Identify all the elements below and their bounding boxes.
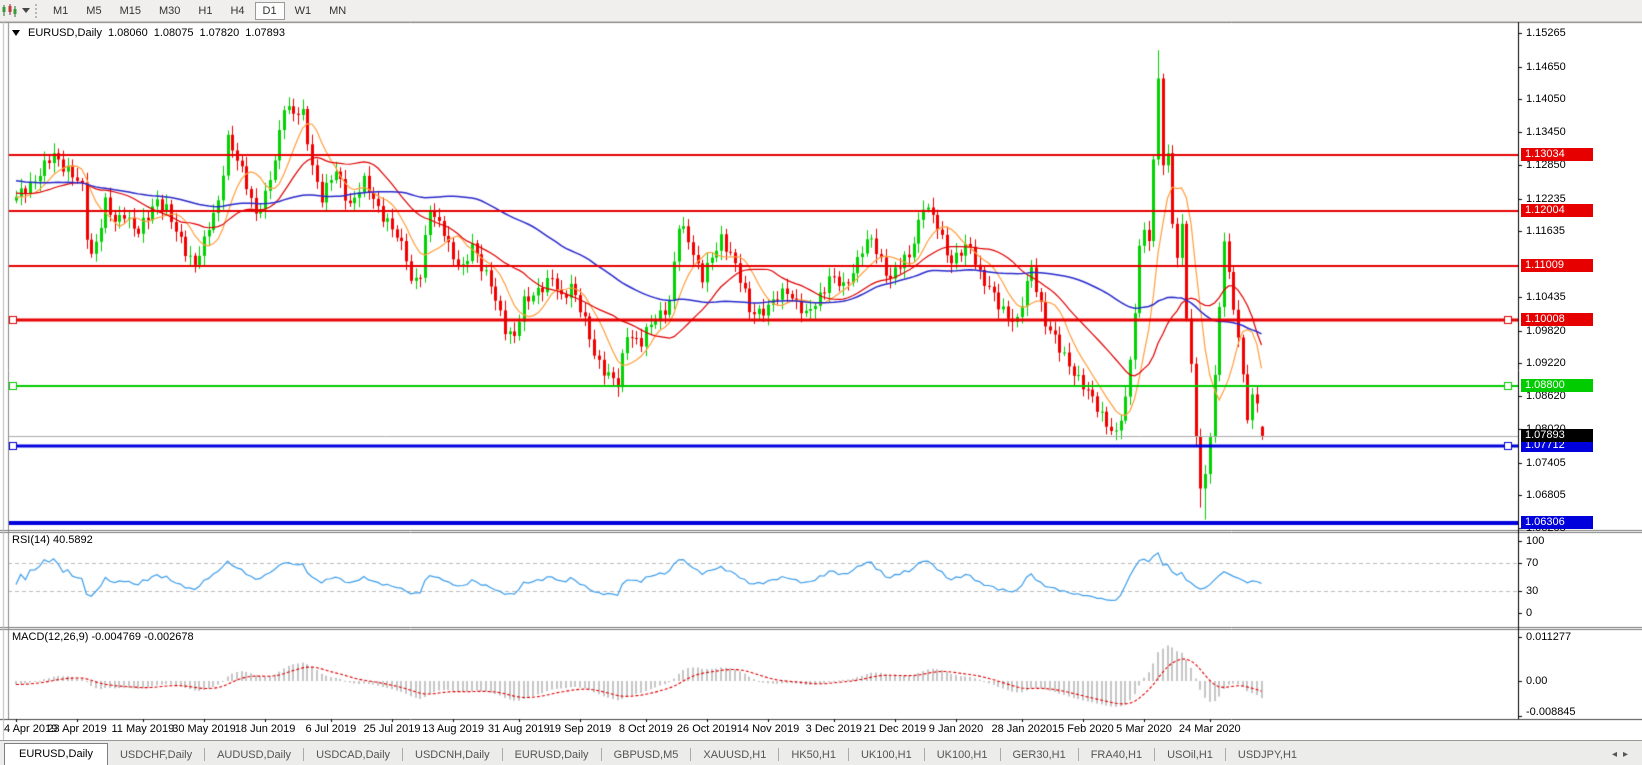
date-axis-tick: 24 Mar 2020 [1178, 723, 1241, 735]
toolbar-grip[interactable] [35, 3, 40, 18]
chart-tab-USDJPY-H1[interactable]: USDJPY,H1 [1226, 745, 1309, 765]
rsi-axis-tick: 30 [1526, 585, 1539, 598]
macd-axis-tick: 0.011277 [1526, 631, 1572, 643]
date-axis-tick: 26 Oct 2019 [676, 723, 737, 735]
price-line-badge: 1.12004 [1521, 204, 1593, 218]
ohlc-low: 1.07820 [199, 27, 240, 39]
date-axis-tick: 3 Dec 2019 [805, 723, 862, 735]
price-axis-tick: 1.09220 [1526, 357, 1566, 370]
date-axis-tick: 15 Feb 2020 [1052, 723, 1114, 735]
chart-tab-bar: EURUSD,Daily USDCHF,Daily AUDUSD,Daily USDC… [0, 740, 1642, 765]
chart-tab-XAUUSD-H1[interactable]: XAUUSD,H1 [691, 745, 778, 765]
timeframe-button-D1[interactable]: D1 [254, 1, 285, 20]
timeframe-button-group: M1 M5 M15 M30 H1 H4 D1 W1 MN [44, 1, 355, 20]
chart-tab-USOil-H1[interactable]: USOil,H1 [1155, 745, 1225, 765]
date-axis-tick: 31 Aug 2019 [487, 723, 550, 735]
price-axis-tick: 1.11635 [1526, 225, 1565, 238]
price-axis-tick: 1.10435 [1526, 290, 1566, 303]
macd-axis-tick: -0.008845 [1526, 706, 1576, 718]
rsi-axis-tick: 0 [1526, 607, 1533, 619]
date-axis-tick: 13 Aug 2019 [422, 723, 484, 735]
date-axis-tick: 18 Jun 2019 [234, 723, 296, 735]
rsi-axis-tick: 100 [1526, 535, 1545, 547]
price-line-badge: 1.13034 [1521, 147, 1593, 161]
ohlc-close: 1.07893 [245, 27, 286, 39]
chart-tab-HK50-H1[interactable]: HK50,H1 [779, 745, 848, 765]
price-axis-tick: 1.14650 [1526, 60, 1566, 73]
date-axis-tick: 28 Jan 2020 [991, 723, 1053, 735]
price-axis-tick: 1.09820 [1526, 324, 1566, 337]
chart-tab-USDCNH-Daily[interactable]: USDCNH,Daily [403, 745, 502, 765]
chart-tab-UK100-H1[interactable]: UK100,H1 [849, 745, 924, 765]
date-axis-tick: 23 Apr 2019 [47, 723, 107, 735]
date-axis-tick: 25 Jul 2019 [363, 723, 421, 735]
chart-tab-GER30-H1[interactable]: GER30,H1 [1001, 745, 1078, 765]
timeframe-button-M30[interactable]: M30 [151, 2, 188, 20]
date-axis-tick: 11 May 2019 [111, 723, 175, 735]
date-axis-tick: 9 Jan 2020 [928, 723, 984, 735]
tabs-scroll-left-icon[interactable]: ◂ [1612, 749, 1623, 760]
price-axis-tick: 1.12235 [1526, 192, 1566, 205]
ohlc-high: 1.08075 [153, 27, 194, 39]
date-axis-tick: 21 Dec 2019 [863, 723, 927, 735]
price-axis-tick: 1.07405 [1526, 456, 1566, 469]
timeframe-button-M1[interactable]: M1 [45, 2, 76, 20]
chart-tab-USDCAD-Daily[interactable]: USDCAD,Daily [304, 745, 402, 765]
symbol-info: EURUSD,Daily 1.08060 1.08075 1.07820 1.0… [12, 27, 285, 39]
chart-tab-FRA40-H1[interactable]: FRA40,H1 [1079, 745, 1154, 765]
current-price-badge: 1.07893 [1521, 428, 1593, 442]
rsi-panel-label: RSI(14) 40.5892 [12, 534, 93, 546]
timeframe-button-W1[interactable]: W1 [287, 2, 320, 20]
price-axis-tick: 1.15265 [1526, 26, 1566, 39]
date-axis-tick: 5 Mar 2020 [1116, 723, 1172, 735]
price-line-badge: 1.08800 [1521, 379, 1593, 393]
chart-tab-AUDUSD-Daily[interactable]: AUDUSD,Daily [205, 745, 303, 765]
chart-tab-UK100-H1[interactable]: UK100,H1 [925, 745, 1000, 765]
chart-tab-USDCHF-Daily[interactable]: USDCHF,Daily [108, 745, 204, 765]
chart-tab-EURUSD-Daily[interactable]: EURUSD,Daily [4, 743, 108, 765]
timeframe-button-H4[interactable]: H4 [222, 2, 252, 20]
chart-menu-caret[interactable] [12, 30, 20, 36]
chart-type-dropdown-caret[interactable] [22, 8, 30, 13]
price-line-badge: 1.10008 [1521, 313, 1593, 327]
chart-tab-GBPUSD-M5[interactable]: GBPUSD,M5 [602, 745, 691, 765]
date-axis-tick: 6 Jul 2019 [305, 723, 357, 735]
trading-platform-window: M1 M5 M15 M30 H1 H4 D1 W1 MN EURUSD,Daily 1.0806… [0, 0, 1642, 765]
price-line-badge: 1.11009 [1521, 258, 1593, 272]
ohlc-open: 1.08060 [107, 27, 148, 39]
timeframe-button-H1[interactable]: H1 [190, 2, 220, 20]
symbol-name: EURUSD,Daily [28, 27, 102, 39]
timeframe-toolbar: M1 M5 M15 M30 H1 H4 D1 W1 MN [0, 0, 1642, 22]
timeframe-button-M5[interactable]: M5 [78, 2, 109, 20]
date-axis-tick: 30 May 2019 [172, 723, 236, 735]
price-axis-tick: 1.14050 [1526, 93, 1566, 106]
date-axis-tick: 14 Nov 2019 [736, 723, 800, 735]
chart-type-icon[interactable] [1, 3, 18, 18]
timeframe-button-MN[interactable]: MN [321, 2, 354, 20]
price-axis-tick: 1.13450 [1526, 126, 1566, 139]
price-line-badge: 1.06306 [1521, 515, 1593, 529]
date-axis-tick: 8 Oct 2019 [618, 723, 673, 735]
rsi-axis-tick: 70 [1526, 556, 1539, 569]
macd-axis-tick: 0.00 [1526, 674, 1548, 687]
tab-items: EURUSD,Daily USDCHF,Daily AUDUSD,Daily USDC… [0, 743, 1309, 765]
date-axis-tick: 19 Sep 2019 [548, 723, 612, 735]
chart-canvas[interactable] [0, 0, 1642, 765]
timeframe-button-M15[interactable]: M15 [112, 2, 149, 20]
tabs-scroll-right-icon[interactable]: ▸ [1623, 749, 1634, 760]
price-axis-tick: 1.06805 [1526, 489, 1566, 502]
macd-panel-label: MACD(12,26,9) -0.004769 -0.002678 [12, 631, 194, 643]
chart-tab-EURUSD-Daily[interactable]: EURUSD,Daily [503, 745, 601, 765]
